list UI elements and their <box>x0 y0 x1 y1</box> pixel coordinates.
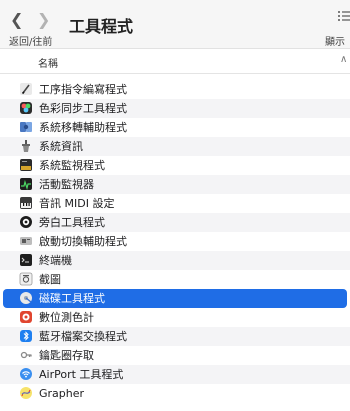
view-label: 顯示 <box>325 37 345 48</box>
list-item-label: 系統移轉輔助程式 <box>39 121 127 134</box>
list-item-label: Grapher <box>39 387 85 400</box>
list-item-label: 終端機 <box>39 254 72 267</box>
list-item[interactable]: 色彩同步工具程式 <box>0 99 350 118</box>
list-item-label: 磁碟工具程式 <box>39 292 105 305</box>
list-item-label: 活動監視器 <box>39 178 94 191</box>
list-item-label: 數位測色計 <box>39 311 94 324</box>
colorsync-icon <box>19 101 33 115</box>
system-information-icon <box>19 139 33 153</box>
list-item[interactable]: 系統資訊 <box>0 137 350 156</box>
voiceover-utility-icon <box>19 215 33 229</box>
list-view-icon[interactable] <box>337 10 350 22</box>
list-item-label: 工序指令編寫程式 <box>39 83 127 96</box>
airport-utility-icon <box>19 367 33 381</box>
back-chevron-icon[interactable]: ❮ <box>10 10 23 29</box>
list-item[interactable]: 藍牙檔案交換程式 <box>0 327 350 346</box>
name-column-header[interactable]: 名稱 <box>38 55 58 70</box>
list-item-label: 色彩同步工具程式 <box>39 102 127 115</box>
list-item-label: 旁白工具程式 <box>39 216 105 229</box>
list-item[interactable]: 系統移轉輔助程式 <box>0 118 350 137</box>
audio-midi-setup-icon <box>19 196 33 210</box>
screenshot-icon <box>19 272 33 286</box>
toolbar: ❮ ❯ 返回/往前 工具程式 顯示 <box>0 0 350 48</box>
list-item[interactable]: 旁白工具程式 <box>0 213 350 232</box>
list-item-selected[interactable]: 磁碟工具程式 <box>3 289 347 308</box>
list-item[interactable]: 啟動切換輔助程式 <box>0 232 350 251</box>
bluetooth-file-exchange-icon <box>19 329 33 343</box>
forward-chevron-icon[interactable]: ❯ <box>37 10 50 29</box>
list-item-label: 截圖 <box>39 273 61 286</box>
list-item[interactable]: 數位測色計 <box>0 308 350 327</box>
file-list: 工序指令編寫程式 色彩同步工具程式 系統移轉輔助程式 系統資訊 系統監視程式 活… <box>0 80 350 403</box>
activity-monitor-icon <box>19 177 33 191</box>
list-item-label: AirPort 工具程式 <box>39 368 124 381</box>
script-editor-icon <box>19 82 33 96</box>
digital-color-meter-icon <box>19 310 33 324</box>
keychain-access-icon <box>19 348 33 362</box>
window-title: 工具程式 <box>69 17 134 36</box>
column-header[interactable]: 名稱 ∧ <box>0 49 350 74</box>
migration-assistant-icon <box>19 120 33 134</box>
disk-utility-icon <box>19 291 33 305</box>
list-item[interactable]: 工序指令編寫程式 <box>0 80 350 99</box>
list-item-label: 系統監視程式 <box>39 159 105 172</box>
list-item[interactable]: 鑰匙圈存取 <box>0 346 350 365</box>
back-forward-label: 返回/往前 <box>9 37 53 48</box>
list-item[interactable]: 終端機 <box>0 251 350 270</box>
list-item[interactable]: 活動監視器 <box>0 175 350 194</box>
terminal-icon <box>19 253 33 267</box>
list-item[interactable]: AirPort 工具程式 <box>0 365 350 384</box>
boot-camp-assistant-icon <box>19 234 33 248</box>
list-item[interactable]: Grapher <box>0 384 350 403</box>
list-item-label: 鑰匙圈存取 <box>39 349 94 362</box>
list-item-label: 系統資訊 <box>39 140 83 153</box>
list-item[interactable]: 系統監視程式 <box>0 156 350 175</box>
grapher-icon <box>19 386 33 400</box>
list-item-label: 啟動切換輔助程式 <box>39 235 127 248</box>
list-item[interactable]: 音訊 MIDI 設定 <box>0 194 350 213</box>
list-item-label: 藍牙檔案交換程式 <box>39 330 127 343</box>
list-item[interactable]: 截圖 <box>0 270 350 289</box>
console-icon <box>19 158 33 172</box>
sort-chevron-icon[interactable]: ∧ <box>340 54 347 65</box>
list-item-label: 音訊 MIDI 設定 <box>39 197 115 210</box>
